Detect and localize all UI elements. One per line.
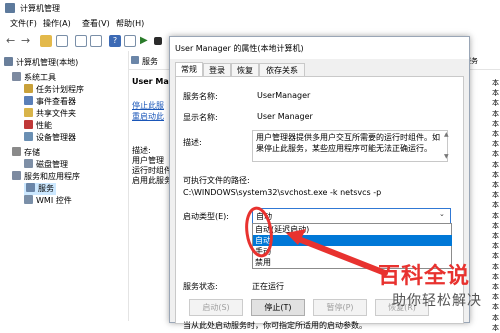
annotation-arrow-shaft [293, 235, 388, 276]
watermark-title: 百科全说 [378, 264, 471, 289]
watermark-subtitle: 助你轻松解决 [392, 293, 482, 309]
service-row-cell[interactable]: 本 [492, 323, 499, 333]
start-params-hint: 当从此处启动服务时，你可指定所适用的启动参数。 [183, 321, 367, 330]
annotation-circle [245, 206, 273, 258]
watermark: 百科全说 助你轻松解决 [378, 258, 500, 321]
